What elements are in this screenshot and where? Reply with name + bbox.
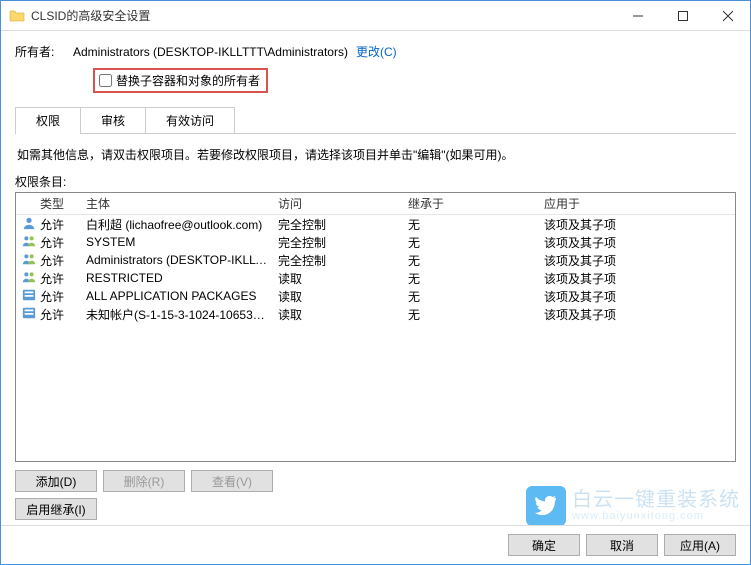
cell-applies: 该项及其子项 (540, 252, 735, 269)
table-row[interactable]: 允许ALL APPLICATION PACKAGES读取无该项及其子项 (16, 287, 735, 305)
col-principal-header[interactable]: 主体 (82, 195, 274, 212)
permissions-section-label: 权限条目: (15, 173, 736, 190)
principal-icon (16, 252, 36, 269)
cell-applies: 该项及其子项 (540, 306, 735, 323)
cell-inherit: 无 (404, 270, 540, 287)
cell-type: 允许 (36, 216, 82, 233)
enable-inherit-button[interactable]: 启用继承(I) (15, 498, 97, 520)
col-type-header[interactable]: 类型 (36, 195, 82, 212)
cell-inherit: 无 (404, 216, 540, 233)
cell-principal: SYSTEM (82, 235, 274, 249)
cell-type: 允许 (36, 306, 82, 323)
cell-inherit: 无 (404, 234, 540, 251)
info-text: 如需其他信息，请双击权限项目。若要修改权限项目，请选择该项目并单击"编辑"(如果… (17, 146, 734, 163)
window-controls (615, 1, 750, 30)
cell-principal: Administrators (DESKTOP-IKLLT... (82, 253, 274, 267)
table-row[interactable]: 允许SYSTEM完全控制无该项及其子项 (16, 233, 735, 251)
cell-type: 允许 (36, 288, 82, 305)
tab-effective-access[interactable]: 有效访问 (145, 107, 235, 133)
remove-button[interactable]: 删除(R) (103, 470, 185, 492)
replace-owner-checkbox[interactable] (99, 74, 112, 87)
tab-permissions[interactable]: 权限 (15, 107, 81, 133)
permissions-list[interactable]: 类型 主体 访问 继承于 应用于 允许白利超 (lichaofree@outlo… (15, 192, 736, 462)
cancel-button[interactable]: 取消 (586, 534, 658, 556)
maximize-button[interactable] (660, 1, 705, 30)
titlebar: CLSID的高级安全设置 (1, 1, 750, 31)
cell-access: 完全控制 (274, 252, 404, 269)
cell-type: 允许 (36, 252, 82, 269)
cell-access: 完全控制 (274, 216, 404, 233)
window-title: CLSID的高级安全设置 (31, 7, 615, 24)
table-row[interactable]: 允许白利超 (lichaofree@outlook.com)完全控制无该项及其子… (16, 215, 735, 233)
cell-applies: 该项及其子项 (540, 234, 735, 251)
principal-icon (16, 270, 36, 287)
cell-access: 读取 (274, 306, 404, 323)
principal-icon (16, 306, 36, 323)
col-inherit-header[interactable]: 继承于 (404, 195, 540, 212)
minimize-button[interactable] (615, 1, 660, 30)
entry-buttons: 添加(D) 删除(R) 查看(V) (15, 470, 736, 492)
change-owner-link[interactable]: 更改(C) (356, 43, 397, 60)
cell-access: 读取 (274, 270, 404, 287)
cell-inherit: 无 (404, 306, 540, 323)
cell-principal: 未知帐户(S-1-15-3-1024-1065365... (82, 306, 274, 323)
cell-access: 完全控制 (274, 234, 404, 251)
permissions-body: 允许白利超 (lichaofree@outlook.com)完全控制无该项及其子… (16, 215, 735, 323)
replace-owner-highlight: 替换子容器和对象的所有者 (93, 68, 268, 93)
cell-applies: 该项及其子项 (540, 216, 735, 233)
inherit-row: 启用继承(I) (15, 498, 736, 520)
cell-applies: 该项及其子项 (540, 288, 735, 305)
content-area: 所有者: Administrators (DESKTOP-IKLLTTT\Adm… (1, 31, 750, 557)
view-button[interactable]: 查看(V) (191, 470, 273, 492)
owner-label: 所有者: (15, 43, 73, 60)
add-button[interactable]: 添加(D) (15, 470, 97, 492)
cell-inherit: 无 (404, 252, 540, 269)
table-row[interactable]: 允许Administrators (DESKTOP-IKLLT...完全控制无该… (16, 251, 735, 269)
dialog-footer: 确定 取消 应用(A) (1, 525, 750, 564)
cell-type: 允许 (36, 270, 82, 287)
tab-auditing[interactable]: 审核 (80, 107, 146, 133)
principal-icon (16, 216, 36, 233)
cell-inherit: 无 (404, 288, 540, 305)
cell-type: 允许 (36, 234, 82, 251)
owner-row: 所有者: Administrators (DESKTOP-IKLLTTT\Adm… (15, 43, 736, 60)
tab-strip: 权限 审核 有效访问 (15, 107, 736, 134)
cell-principal: RESTRICTED (82, 271, 274, 285)
cell-principal: 白利超 (lichaofree@outlook.com) (82, 216, 274, 233)
col-applies-header[interactable]: 应用于 (540, 195, 735, 212)
apply-button[interactable]: 应用(A) (664, 534, 736, 556)
principal-icon (16, 234, 36, 251)
table-row[interactable]: 允许未知帐户(S-1-15-3-1024-1065365...读取无该项及其子项 (16, 305, 735, 323)
folder-icon (9, 8, 25, 24)
col-access-header[interactable]: 访问 (274, 195, 404, 212)
ok-button[interactable]: 确定 (508, 534, 580, 556)
owner-value: Administrators (DESKTOP-IKLLTTT\Administ… (73, 45, 348, 59)
cell-access: 读取 (274, 288, 404, 305)
close-button[interactable] (705, 1, 750, 30)
principal-icon (16, 288, 36, 305)
cell-principal: ALL APPLICATION PACKAGES (82, 289, 274, 303)
cell-applies: 该项及其子项 (540, 270, 735, 287)
table-row[interactable]: 允许RESTRICTED读取无该项及其子项 (16, 269, 735, 287)
permissions-header: 类型 主体 访问 继承于 应用于 (16, 193, 735, 215)
replace-owner-label: 替换子容器和对象的所有者 (116, 72, 260, 89)
